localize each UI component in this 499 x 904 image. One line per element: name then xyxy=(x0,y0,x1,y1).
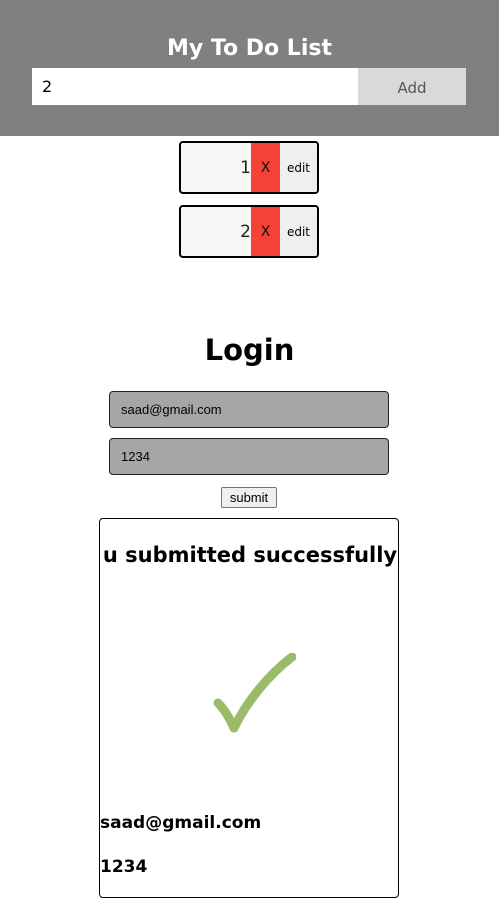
app-header: My To Do List Add xyxy=(0,0,499,136)
todo-item: 2 X edit xyxy=(179,205,319,258)
submit-button[interactable]: submit xyxy=(221,487,277,508)
edit-button[interactable]: edit xyxy=(280,143,317,192)
success-message: u submitted successfully xyxy=(102,543,398,567)
checkmark-icon xyxy=(213,653,296,733)
todo-input[interactable] xyxy=(32,68,358,105)
add-button[interactable]: Add xyxy=(358,68,466,105)
success-card: u submitted successfully saad@gmail.com … xyxy=(99,518,399,898)
app-title: My To Do List xyxy=(167,36,332,61)
todo-item-text: 2 xyxy=(240,221,251,242)
edit-button[interactable]: edit xyxy=(280,207,317,256)
login-title: Login xyxy=(204,333,295,367)
submitted-password: 1234 xyxy=(100,857,148,877)
todo-item: 1 X edit xyxy=(179,141,319,194)
password-field[interactable] xyxy=(109,438,389,475)
email-field[interactable] xyxy=(109,391,389,428)
submitted-email: saad@gmail.com xyxy=(100,813,262,833)
todo-item-text: 1 xyxy=(240,157,251,178)
delete-button[interactable]: X xyxy=(251,207,280,256)
delete-button[interactable]: X xyxy=(251,143,280,192)
